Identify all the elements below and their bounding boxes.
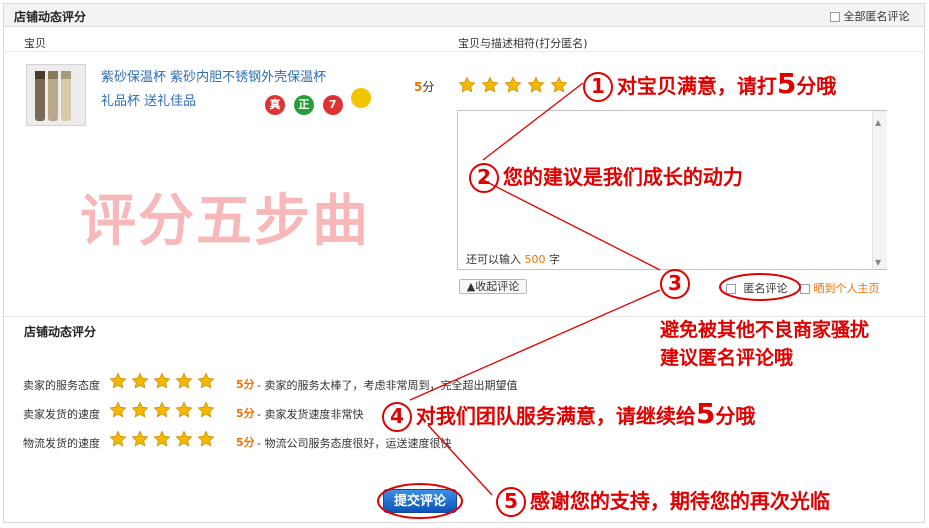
annotation-3-number: 3	[660, 269, 690, 299]
annotation-2-number: 2	[469, 163, 499, 193]
star-icon[interactable]	[131, 372, 149, 390]
star-icon[interactable]	[197, 401, 215, 419]
column-match: 宝贝与描述相符(打分匿名)	[458, 37, 588, 50]
annotation-2: 2 您的建议是我们成长的动力	[469, 161, 743, 193]
product-badges: 真 正 7	[265, 88, 372, 115]
star-icon[interactable]	[153, 372, 171, 390]
collapse-comment-button[interactable]: ▲收起评论	[459, 279, 527, 294]
rating-desc-logistics: - 物流公司服务态度很好，运送速度很快	[257, 437, 452, 450]
anonymous-label: 匿名评论	[743, 282, 788, 295]
annotation-4-text-b: 分哦	[715, 404, 756, 428]
page-title: 店铺动态评分	[14, 10, 87, 24]
annotation-5-number: 5	[496, 487, 526, 517]
remaining-count: 500	[524, 253, 546, 266]
star-icon[interactable]	[550, 76, 568, 94]
product-score-unit: 分	[422, 80, 435, 94]
star-icon[interactable]	[109, 401, 127, 419]
annotation-5-text: 感谢您的支持，期待您的再次光临	[529, 489, 830, 513]
annotation-4-text-a: 对我们团队服务满意，请继续给	[415, 404, 696, 428]
star-icon[interactable]	[527, 76, 545, 94]
all-anonymous-checkbox[interactable]	[830, 12, 840, 22]
star-icon[interactable]	[197, 430, 215, 448]
annotation-3-line2: 建议匿名评论哦	[660, 347, 794, 369]
annotation-5: 5 感谢您的支持，期待您的再次光临	[496, 485, 830, 517]
star-icon[interactable]	[504, 76, 522, 94]
annotation-4-big: 5	[695, 397, 716, 430]
share-label[interactable]: 晒到个人主页	[814, 282, 880, 295]
scroll-up-icon[interactable]: ▲	[875, 118, 881, 127]
annotation-1-big: 5	[776, 67, 797, 100]
remaining-prefix: 还可以输入	[466, 253, 521, 266]
annotation-4: 4 对我们团队服务满意，请继续给5分哦	[382, 397, 755, 432]
star-icon[interactable]	[175, 401, 193, 419]
product-stars	[458, 76, 573, 97]
badge-medal-icon	[351, 88, 372, 108]
star-icon[interactable]	[153, 430, 171, 448]
star-icon[interactable]	[109, 372, 127, 390]
annotation-1-text-b: 分哦	[796, 74, 837, 98]
badge-seven-day-icon: 7	[322, 95, 343, 115]
rating-score-logistics: 5分	[236, 436, 255, 449]
panel-header	[4, 4, 924, 27]
thermos-product-image[interactable]	[26, 64, 86, 126]
annotation-3-line1: 避免被其他不良商家骚扰	[660, 319, 870, 341]
star-icon[interactable]	[481, 76, 499, 94]
anonymous-checkbox[interactable]	[726, 284, 736, 294]
annotation-1-text-a: 对宝贝满意，请打	[616, 74, 777, 98]
comment-scrollbar[interactable]	[872, 111, 887, 269]
badge-zheng-icon: 正	[293, 95, 314, 115]
badge-zhen-icon: 真	[265, 95, 285, 115]
rating-label-logistics: 物流发货的速度	[23, 437, 100, 450]
star-icon[interactable]	[131, 401, 149, 419]
rating-label-service: 卖家的服务态度	[23, 379, 100, 392]
annotation-4-number: 4	[382, 402, 412, 432]
star-icon[interactable]	[175, 430, 193, 448]
submit-review-button[interactable]: 提交评论	[383, 489, 457, 513]
star-icon[interactable]	[197, 372, 215, 390]
share-checkbox[interactable]	[800, 284, 810, 294]
remaining-counter: 还可以输入 500 字	[466, 251, 560, 267]
scroll-down-icon[interactable]: ▼	[875, 258, 881, 267]
watermark-title: 评分五步曲	[80, 189, 370, 254]
remaining-suffix: 字	[549, 253, 560, 266]
all-anonymous-toggle[interactable]: 全部匿名评论	[830, 8, 910, 24]
star-icon[interactable]	[458, 76, 476, 94]
rating-score-shipping: 5分	[236, 407, 255, 420]
star-icon[interactable]	[109, 430, 127, 448]
column-item: 宝贝	[24, 37, 46, 50]
rating-stars-service[interactable]	[109, 372, 219, 393]
rating-label-shipping: 卖家发货的速度	[23, 408, 100, 421]
rating-stars-logistics[interactable]	[109, 430, 219, 451]
rating-desc-service: - 卖家的服务太棒了，考虑非常周到，完全超出期望值	[257, 379, 518, 392]
annotation-3: 3	[660, 269, 690, 299]
product-score: 5分	[414, 80, 435, 94]
shop-ratings-title: 店铺动态评分	[24, 325, 97, 339]
rating-stars-shipping[interactable]	[109, 401, 219, 422]
share-toggle[interactable]: 晒到个人主页	[800, 280, 880, 296]
star-icon[interactable]	[175, 372, 193, 390]
all-anonymous-label: 全部匿名评论	[843, 10, 910, 23]
rating-desc-shipping: - 卖家发货速度非常快	[257, 408, 364, 421]
star-icon[interactable]	[131, 430, 149, 448]
annotation-2-text: 您的建议是我们成长的动力	[502, 165, 743, 189]
annotation-1: 1 对宝贝满意，请打5分哦	[583, 67, 836, 102]
annotation-1-number: 1	[583, 72, 613, 102]
rating-score-service: 5分	[236, 378, 255, 391]
star-icon[interactable]	[153, 401, 171, 419]
product-title-line2[interactable]: 礼品杯 送礼佳品	[101, 90, 196, 109]
product-title-line1[interactable]: 紫砂保温杯 紫砂内胆不锈钢外壳保温杯	[101, 66, 326, 85]
anonymous-toggle[interactable]: 匿名评论	[726, 280, 788, 296]
